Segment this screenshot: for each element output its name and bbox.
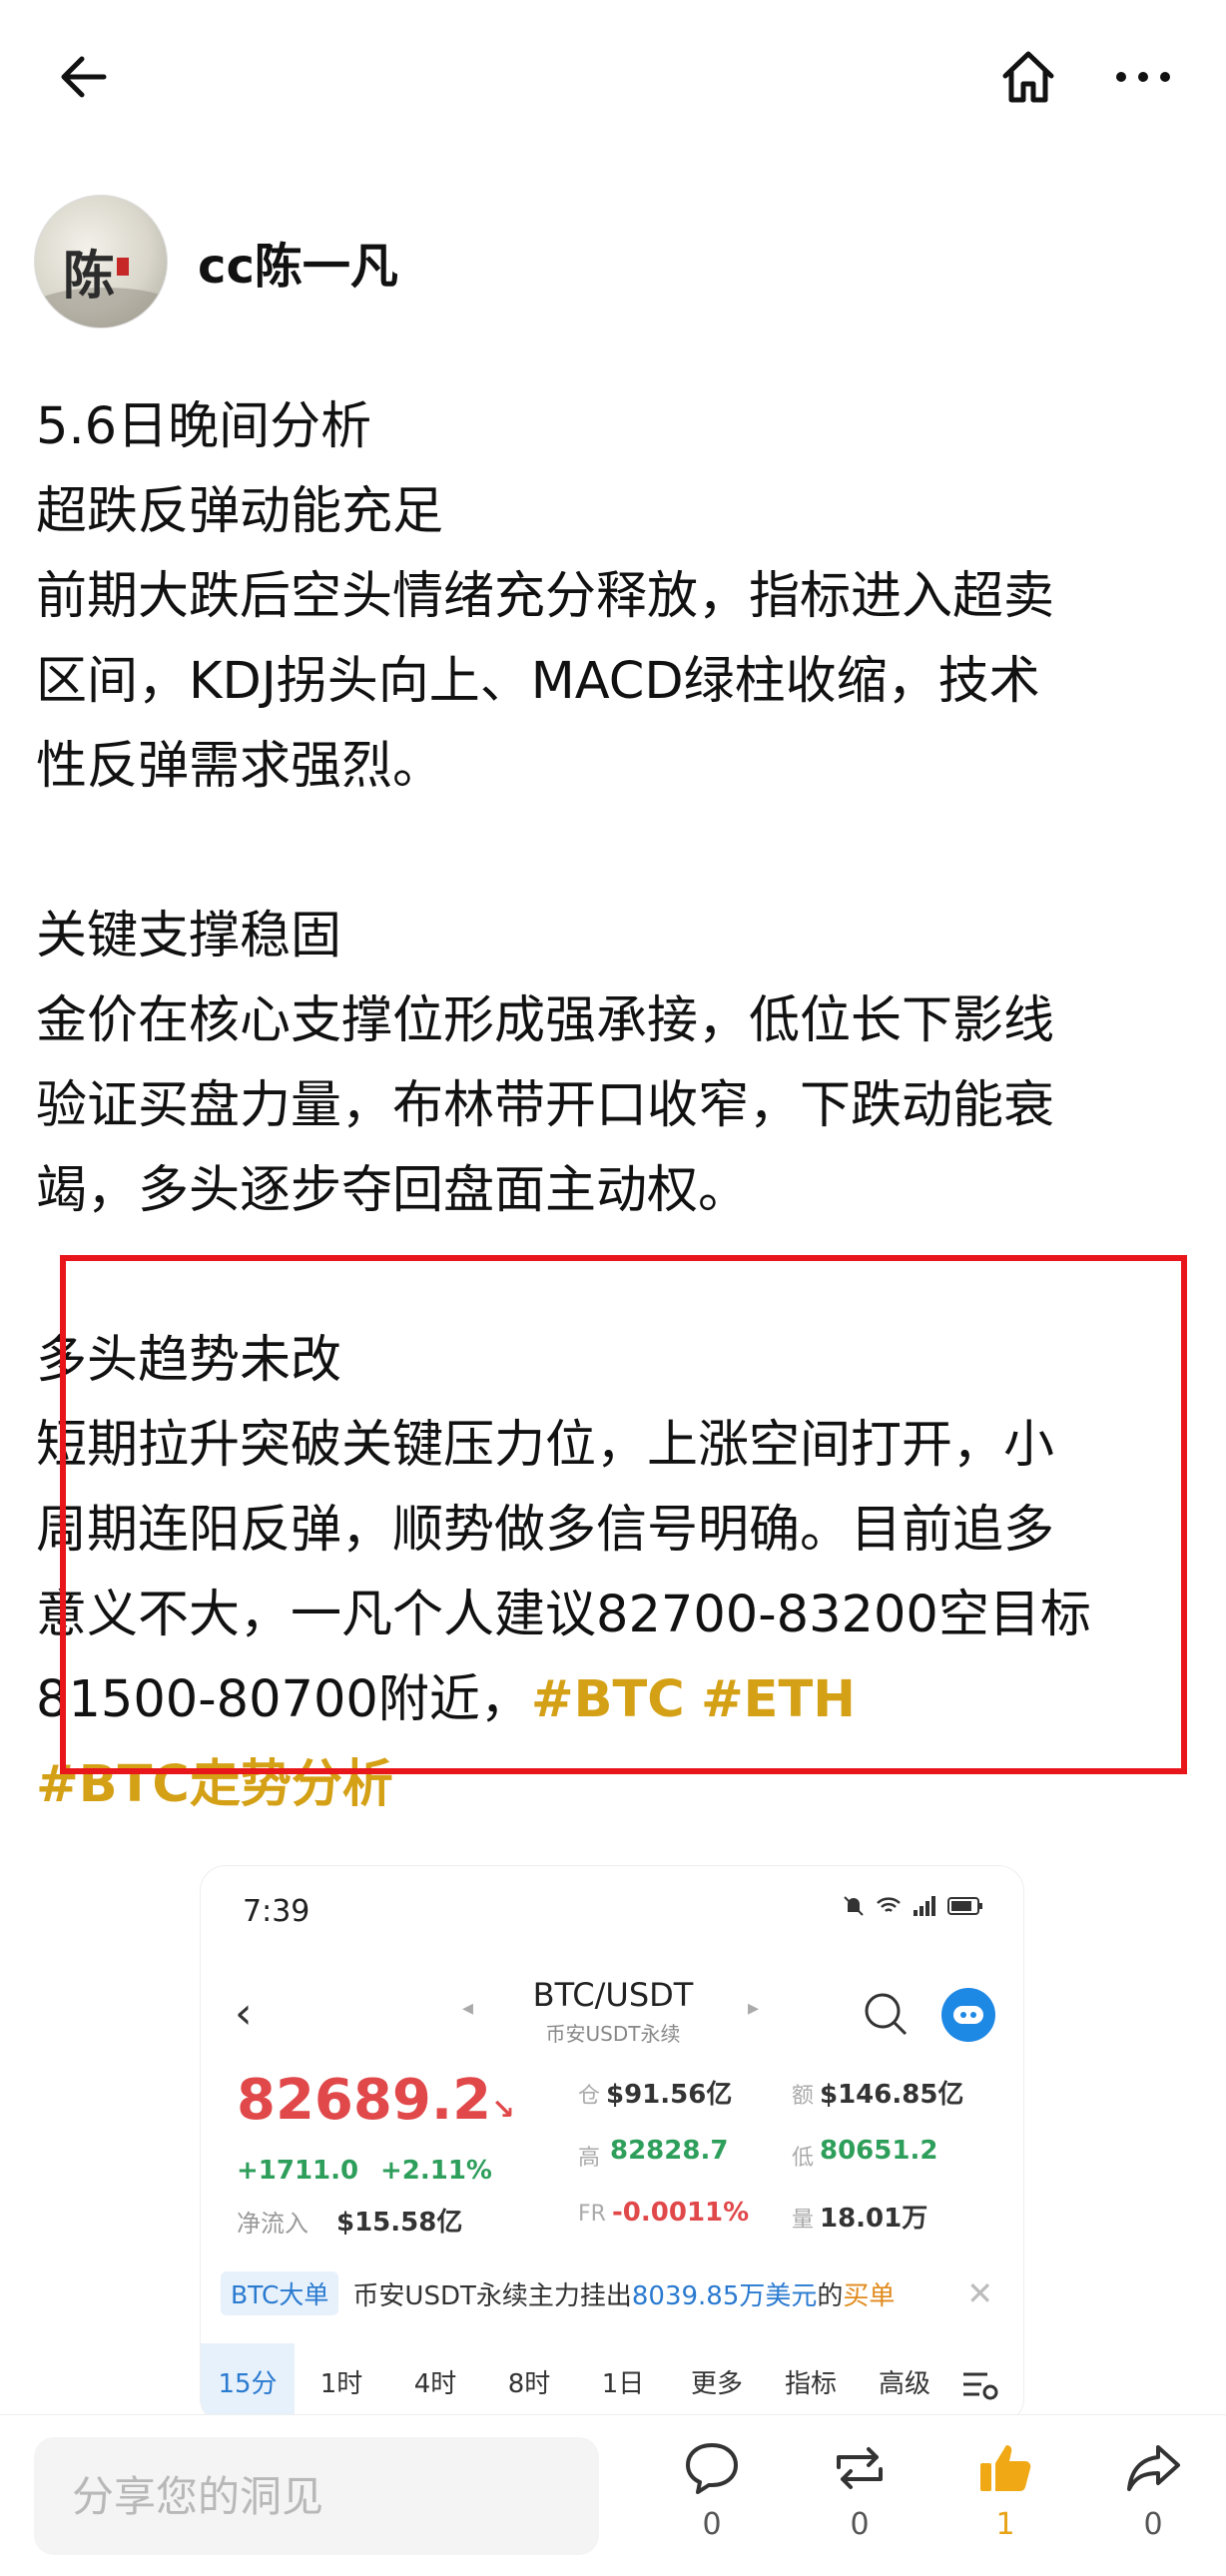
banner-text-pre: 币安USDT永续主力挂出	[352, 2280, 632, 2311]
embedded-change-pct: +2.11%	[380, 2156, 492, 2186]
more-options-button[interactable]	[1108, 42, 1178, 112]
repost-count: 0	[850, 2507, 870, 2542]
post-line: 竭，多头逐步夺回盘面主动权。	[36, 1161, 750, 1220]
more-dots-icon	[1116, 72, 1170, 82]
back-arrow-icon	[61, 56, 107, 98]
author-avatar[interactable]: 陈	[34, 195, 168, 328]
tab-8h: 8时	[507, 2369, 551, 2399]
embedded-header: ‹ ◂ BTC/USDT 币安USDT永续 ▸	[201, 1966, 1023, 2066]
home-button[interactable]	[993, 42, 1063, 112]
bottom-action-bar: 0 0 1 0	[0, 2414, 1226, 2576]
banner-text-mid: 的	[817, 2280, 844, 2311]
stat-vol-label: 量	[792, 2208, 815, 2233]
embedded-bot-icon	[941, 1988, 995, 2042]
stat-high-label: 高	[578, 2146, 601, 2171]
battery-icon	[947, 1897, 982, 1915]
post-line: 关键支撑稳固	[36, 907, 342, 966]
stat-fr-value: -0.0011%	[612, 2198, 750, 2228]
avatar-red-stamp	[117, 258, 129, 276]
post-line: 区间，KDJ拐头向上、MACD绿柱收缩，技术	[36, 652, 1040, 711]
embedded-large-order-banner: BTC大单 币安USDT永续主力挂出 8039.85万美元的买单 ✕	[221, 2265, 1005, 2321]
mute-icon	[844, 1896, 864, 1916]
embedded-inflow-value: $15.58亿	[336, 2208, 463, 2238]
like-button[interactable]: 1	[960, 2437, 1050, 2557]
banner-side: 买单	[843, 2280, 896, 2311]
repost-icon	[837, 2447, 883, 2489]
highlight-box	[60, 1255, 1187, 1774]
embedded-status-icons	[842, 1894, 983, 1918]
tab-1h: 1时	[319, 2369, 363, 2399]
comment-input[interactable]	[34, 2437, 599, 2555]
tab-4h: 4时	[413, 2369, 457, 2399]
avatar-seal-text: 陈	[63, 246, 116, 307]
stat-fr-label: FR	[578, 2202, 606, 2227]
stat-amount-label: 额	[792, 2084, 815, 2109]
stat-low-label: 低	[792, 2146, 815, 2171]
thumbs-up-icon	[980, 2445, 1031, 2491]
wifi-icon	[877, 1897, 901, 1912]
embedded-inflow-label: 净流入	[237, 2210, 308, 2238]
signal-icon	[914, 1896, 935, 1916]
author-name[interactable]: cc陈一凡	[198, 227, 398, 297]
tab-1d: 1日	[601, 2369, 645, 2399]
chart-settings-icon	[963, 2372, 998, 2400]
back-button[interactable]	[52, 45, 116, 109]
like-count: 1	[995, 2507, 1015, 2542]
share-count: 0	[1143, 2507, 1163, 2542]
comment-icon	[686, 2443, 738, 2494]
stat-high-value: 82828.7	[610, 2136, 729, 2166]
tab-15m: 15分	[201, 2343, 295, 2423]
home-icon	[1002, 51, 1054, 103]
stat-low-value: 80651.2	[820, 2136, 938, 2166]
embedded-search-icon	[865, 1993, 908, 2036]
embedded-price-value: 82689.2	[237, 2068, 492, 2133]
comment-button[interactable]: 0	[667, 2437, 757, 2557]
stat-amount-value: $146.85亿	[820, 2080, 964, 2110]
tab-advanced: 高级	[878, 2369, 930, 2399]
embedded-status-time: 7:39	[243, 1894, 310, 1929]
post-line: 验证买盘力量，布林带开口收窄，下跌动能衰	[36, 1076, 1055, 1135]
tab-indicators: 指标	[784, 2369, 837, 2399]
repost-button[interactable]: 0	[815, 2437, 905, 2557]
banner-close-icon: ✕	[966, 2274, 993, 2312]
embedded-price-arrow: ↘	[491, 2093, 515, 2126]
embedded-change-abs: +1711.0	[237, 2156, 359, 2186]
comment-count: 0	[702, 2507, 722, 2542]
post-line: 超跌反弹动能充足	[36, 482, 444, 541]
embedded-interval-tabs: 15分 1时 4时 8时 1日 更多 指标 高级	[201, 2343, 1023, 2423]
post-line: 性反弹需求强烈。	[36, 737, 444, 796]
share-icon	[1127, 2445, 1180, 2491]
post-line: 5.6日晚间分析	[36, 397, 372, 456]
large-order-badge: BTC大单	[221, 2271, 339, 2315]
post-line: 前期大跌后空头情绪充分释放，指标进入超卖	[36, 567, 1055, 626]
post-line: 金价在核心支撑位形成强承接，低位长下影线	[36, 991, 1055, 1050]
author-row[interactable]: 陈 cc陈一凡	[34, 194, 398, 329]
share-button[interactable]: 0	[1108, 2437, 1198, 2557]
stat-vol-value: 18.01万	[820, 2204, 928, 2234]
stat-oi-label: 仓	[578, 2084, 601, 2109]
embedded-price: 82689.2↘	[237, 2068, 515, 2133]
tab-more: 更多	[690, 2369, 743, 2399]
banner-amount: 8039.85万美元	[631, 2280, 818, 2311]
top-bar	[0, 0, 1226, 150]
embedded-screenshot[interactable]: 7:39 ‹ ◂ BTC/USDT 币安USDT永续 ▸ 82689.2↘ +1…	[200, 1865, 1024, 2424]
embedded-next-pair-icon: ▸	[748, 1996, 760, 2021]
stat-oi-value: $91.56亿	[606, 2080, 733, 2110]
